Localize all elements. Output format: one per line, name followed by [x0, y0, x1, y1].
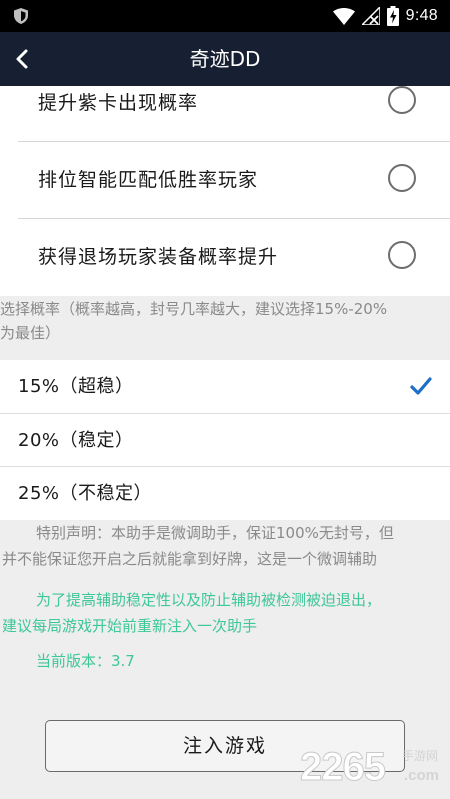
feature-options: 提升紫卡出现概率 排位智能匹配低胜率玩家 获得退场玩家装备概率提升 — [0, 86, 450, 296]
option-radio[interactable] — [388, 164, 416, 192]
stability-note: 为了提高辅助稳定性以及防止辅助被检测被迫退出， 建议每局游戏开始前重新注入一次助… — [0, 587, 450, 639]
option-label: 排位智能匹配低胜率玩家 — [38, 169, 259, 191]
stability-note-line: 为了提高辅助稳定性以及防止辅助被检测被迫退出， — [36, 591, 382, 609]
status-time: 9:48 — [405, 7, 438, 24]
app-bar: 奇迹DD — [0, 32, 450, 86]
site-watermark: 2265 手游网 .com — [300, 745, 440, 790]
option-radio[interactable] — [388, 241, 416, 269]
option-label: 获得退场玩家装备概率提升 — [38, 246, 279, 268]
rate-option[interactable]: 20%（稳定） — [0, 414, 450, 466]
rate-hint-line: 为最佳） — [0, 324, 61, 342]
stability-note-line: 建议每局游戏开始前重新注入一次助手 — [2, 617, 258, 635]
disclaimer-line: 特别声明：本助手是微调助手，保证100%无封号，但 — [36, 524, 394, 542]
disclaimer-text: 特别声明：本助手是微调助手，保证100%无封号，但 并不能保证您开启之后就能拿到… — [0, 520, 450, 576]
version-label: 当前版本：3.7 — [36, 652, 135, 670]
battery-charging-icon — [386, 6, 399, 26]
option-row[interactable]: 获得退场玩家装备概率提升 — [0, 219, 450, 295]
rate-option[interactable]: 15%（超稳） — [0, 360, 450, 412]
disclaimer-line: 并不能保证您开启之后就能拿到好牌，这是一个微调辅助 — [2, 550, 378, 568]
wifi-icon — [332, 7, 355, 25]
status-bar: 9:48 — [0, 0, 450, 32]
shield-icon — [14, 8, 28, 24]
no-signal-icon — [361, 7, 380, 25]
app-title: 奇迹DD — [189, 47, 261, 71]
rate-label: 20%（稳定） — [18, 430, 134, 451]
watermark-suffix: .com — [404, 767, 439, 784]
watermark-tag: 手游网 — [402, 749, 438, 763]
checkmark-icon — [410, 377, 432, 395]
rate-label: 25%（不稳定） — [18, 483, 153, 504]
rate-list: 15%（超稳） 20%（稳定） 25%（不稳定） — [0, 360, 450, 520]
rate-label: 15%（超稳） — [18, 376, 134, 397]
option-row[interactable]: 排位智能匹配低胜率玩家 — [0, 142, 450, 218]
watermark-number: 2265 — [300, 745, 386, 789]
option-label: 提升紫卡出现概率 — [38, 92, 199, 114]
rate-hint: 选择概率（概率越高，封号几率越大，建议选择15%-20% 为最佳） — [0, 296, 450, 360]
rate-hint-line: 选择概率（概率越高，封号几率越大，建议选择15%-20% — [0, 300, 388, 318]
option-row[interactable]: 提升紫卡出现概率 — [0, 86, 450, 142]
rate-option[interactable]: 25%（不稳定） — [0, 467, 450, 519]
option-radio[interactable] — [388, 86, 416, 114]
